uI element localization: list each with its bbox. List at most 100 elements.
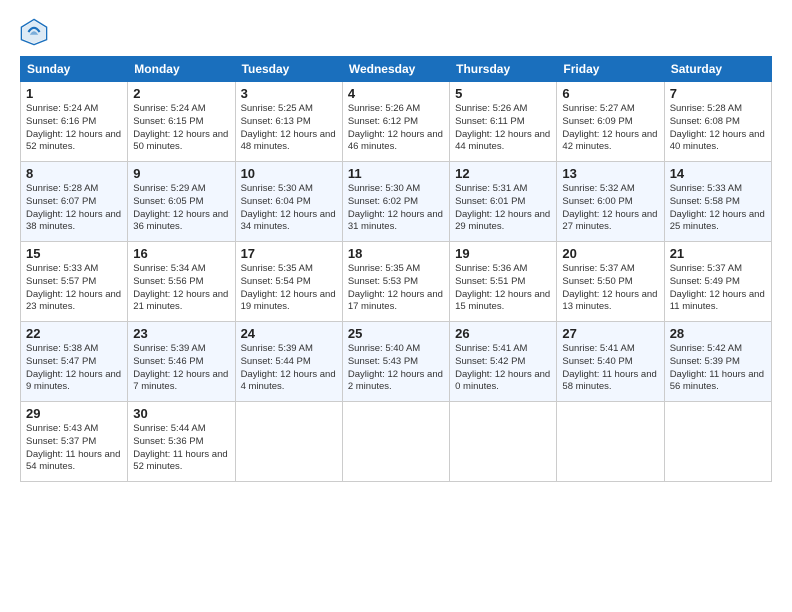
day-number: 29 — [26, 406, 122, 421]
day-cell — [235, 402, 342, 482]
day-number: 22 — [26, 326, 122, 341]
week-row-5: 29 Sunrise: 5:43 AMSunset: 5:37 PMDayligh… — [21, 402, 772, 482]
column-header-sunday: Sunday — [21, 57, 128, 82]
day-number: 15 — [26, 246, 122, 261]
day-cell: 13 Sunrise: 5:32 AMSunset: 6:00 PMDayligh… — [557, 162, 664, 242]
day-number: 25 — [348, 326, 444, 341]
day-cell: 23 Sunrise: 5:39 AMSunset: 5:46 PMDayligh… — [128, 322, 235, 402]
day-info: Sunrise: 5:24 AMSunset: 6:16 PMDaylight:… — [26, 103, 122, 154]
day-info: Sunrise: 5:26 AMSunset: 6:11 PMDaylight:… — [455, 103, 551, 154]
day-cell: 30 Sunrise: 5:44 AMSunset: 5:36 PMDayligh… — [128, 402, 235, 482]
day-cell: 29 Sunrise: 5:43 AMSunset: 5:37 PMDayligh… — [21, 402, 128, 482]
day-info: Sunrise: 5:40 AMSunset: 5:43 PMDaylight:… — [348, 343, 444, 394]
day-info: Sunrise: 5:37 AMSunset: 5:50 PMDaylight:… — [562, 263, 658, 314]
day-info: Sunrise: 5:27 AMSunset: 6:09 PMDaylight:… — [562, 103, 658, 154]
day-number: 8 — [26, 166, 122, 181]
day-number: 30 — [133, 406, 229, 421]
day-info: Sunrise: 5:41 AMSunset: 5:40 PMDaylight:… — [562, 343, 658, 394]
day-info: Sunrise: 5:28 AMSunset: 6:07 PMDaylight:… — [26, 183, 122, 234]
day-number: 16 — [133, 246, 229, 261]
day-cell: 14 Sunrise: 5:33 AMSunset: 5:58 PMDayligh… — [664, 162, 771, 242]
column-header-thursday: Thursday — [450, 57, 557, 82]
day-info: Sunrise: 5:25 AMSunset: 6:13 PMDaylight:… — [241, 103, 337, 154]
day-cell: 18Sunrise: 5:35 AMSunset: 5:53 PMDayligh… — [342, 242, 449, 322]
day-info: Sunrise: 5:43 AMSunset: 5:37 PMDaylight:… — [26, 423, 122, 474]
day-info: Sunrise: 5:31 AMSunset: 6:01 PMDaylight:… — [455, 183, 551, 234]
day-info: Sunrise: 5:38 AMSunset: 5:47 PMDaylight:… — [26, 343, 122, 394]
day-number: 11 — [348, 166, 444, 181]
logo-icon — [20, 18, 48, 46]
day-info: Sunrise: 5:42 AMSunset: 5:39 PMDaylight:… — [670, 343, 766, 394]
day-number: 14 — [670, 166, 766, 181]
day-cell: 6 Sunrise: 5:27 AMSunset: 6:09 PMDaylight… — [557, 82, 664, 162]
day-cell: 5 Sunrise: 5:26 AMSunset: 6:11 PMDaylight… — [450, 82, 557, 162]
day-cell — [557, 402, 664, 482]
day-info: Sunrise: 5:39 AMSunset: 5:44 PMDaylight:… — [241, 343, 337, 394]
day-cell: 10 Sunrise: 5:30 AMSunset: 6:04 PMDayligh… — [235, 162, 342, 242]
day-info: Sunrise: 5:44 AMSunset: 5:36 PMDaylight:… — [133, 423, 229, 474]
day-cell: 15Sunrise: 5:33 AMSunset: 5:57 PMDayligh… — [21, 242, 128, 322]
day-number: 19 — [455, 246, 551, 261]
day-number: 26 — [455, 326, 551, 341]
day-cell: 4 Sunrise: 5:26 AMSunset: 6:12 PMDaylight… — [342, 82, 449, 162]
day-cell: 1Sunrise: 5:24 AMSunset: 6:16 PMDaylight… — [21, 82, 128, 162]
day-number: 13 — [562, 166, 658, 181]
day-cell: 17 Sunrise: 5:35 AMSunset: 5:54 PMDayligh… — [235, 242, 342, 322]
logo — [20, 18, 50, 46]
day-number: 12 — [455, 166, 551, 181]
day-cell: 2 Sunrise: 5:24 AMSunset: 6:15 PMDaylight… — [128, 82, 235, 162]
day-number: 6 — [562, 86, 658, 101]
day-number: 24 — [241, 326, 337, 341]
day-number: 28 — [670, 326, 766, 341]
day-info: Sunrise: 5:26 AMSunset: 6:12 PMDaylight:… — [348, 103, 444, 154]
day-info: Sunrise: 5:24 AMSunset: 6:15 PMDaylight:… — [133, 103, 229, 154]
day-info: Sunrise: 5:29 AMSunset: 6:05 PMDaylight:… — [133, 183, 229, 234]
day-cell: 26 Sunrise: 5:41 AMSunset: 5:42 PMDayligh… — [450, 322, 557, 402]
column-header-saturday: Saturday — [664, 57, 771, 82]
week-row-4: 22 Sunrise: 5:38 AMSunset: 5:47 PMDayligh… — [21, 322, 772, 402]
column-header-monday: Monday — [128, 57, 235, 82]
day-info: Sunrise: 5:41 AMSunset: 5:42 PMDaylight:… — [455, 343, 551, 394]
day-number: 2 — [133, 86, 229, 101]
day-info: Sunrise: 5:30 AMSunset: 6:02 PMDaylight:… — [348, 183, 444, 234]
week-row-3: 15Sunrise: 5:33 AMSunset: 5:57 PMDayligh… — [21, 242, 772, 322]
day-cell: 3Sunrise: 5:25 AMSunset: 6:13 PMDaylight… — [235, 82, 342, 162]
day-cell: 22 Sunrise: 5:38 AMSunset: 5:47 PMDayligh… — [21, 322, 128, 402]
column-header-friday: Friday — [557, 57, 664, 82]
day-number: 4 — [348, 86, 444, 101]
day-cell — [664, 402, 771, 482]
day-info: Sunrise: 5:34 AMSunset: 5:56 PMDaylight:… — [133, 263, 229, 314]
page: SundayMondayTuesdayWednesdayThursdayFrid… — [0, 0, 792, 612]
day-cell: 25 Sunrise: 5:40 AMSunset: 5:43 PMDayligh… — [342, 322, 449, 402]
day-info: Sunrise: 5:37 AMSunset: 5:49 PMDaylight:… — [670, 263, 766, 314]
day-cell: 9Sunrise: 5:29 AMSunset: 6:05 PMDaylight… — [128, 162, 235, 242]
day-number: 10 — [241, 166, 337, 181]
day-info: Sunrise: 5:33 AMSunset: 5:58 PMDaylight:… — [670, 183, 766, 234]
day-cell: 12 Sunrise: 5:31 AMSunset: 6:01 PMDayligh… — [450, 162, 557, 242]
column-header-tuesday: Tuesday — [235, 57, 342, 82]
day-cell: 11 Sunrise: 5:30 AMSunset: 6:02 PMDayligh… — [342, 162, 449, 242]
day-cell: 7Sunrise: 5:28 AMSunset: 6:08 PMDaylight… — [664, 82, 771, 162]
day-number: 21 — [670, 246, 766, 261]
day-number: 20 — [562, 246, 658, 261]
day-number: 17 — [241, 246, 337, 261]
day-cell: 27Sunrise: 5:41 AMSunset: 5:40 PMDayligh… — [557, 322, 664, 402]
day-info: Sunrise: 5:32 AMSunset: 6:00 PMDaylight:… — [562, 183, 658, 234]
day-info: Sunrise: 5:35 AMSunset: 5:54 PMDaylight:… — [241, 263, 337, 314]
column-header-wednesday: Wednesday — [342, 57, 449, 82]
day-info: Sunrise: 5:30 AMSunset: 6:04 PMDaylight:… — [241, 183, 337, 234]
day-cell: 28 Sunrise: 5:42 AMSunset: 5:39 PMDayligh… — [664, 322, 771, 402]
day-cell: 20 Sunrise: 5:37 AMSunset: 5:50 PMDayligh… — [557, 242, 664, 322]
day-cell: 16 Sunrise: 5:34 AMSunset: 5:56 PMDayligh… — [128, 242, 235, 322]
day-info: Sunrise: 5:36 AMSunset: 5:51 PMDaylight:… — [455, 263, 551, 314]
week-row-2: 8 Sunrise: 5:28 AMSunset: 6:07 PMDaylight… — [21, 162, 772, 242]
day-number: 18 — [348, 246, 444, 261]
day-cell — [342, 402, 449, 482]
day-cell: 19 Sunrise: 5:36 AMSunset: 5:51 PMDayligh… — [450, 242, 557, 322]
day-info: Sunrise: 5:39 AMSunset: 5:46 PMDaylight:… — [133, 343, 229, 394]
day-cell: 21 Sunrise: 5:37 AMSunset: 5:49 PMDayligh… — [664, 242, 771, 322]
day-number: 23 — [133, 326, 229, 341]
day-cell — [450, 402, 557, 482]
day-number: 5 — [455, 86, 551, 101]
header — [20, 18, 772, 46]
